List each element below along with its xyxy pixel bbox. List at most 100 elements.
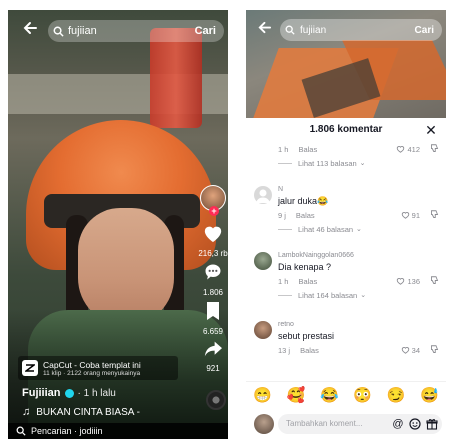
comment-like-button[interactable]: 91 [401, 211, 420, 220]
comment-meta: 13 j Balas 34 [278, 343, 443, 357]
comment-username[interactable]: retno [278, 321, 443, 330]
video-background-object [150, 28, 202, 128]
search-bar[interactable]: fujiian Cari [280, 19, 442, 41]
replies-divider [278, 294, 292, 296]
dislike-icon[interactable] [430, 209, 439, 221]
comment-input-row: Tambahkan koment... @ [246, 408, 446, 439]
search-icon [280, 19, 300, 41]
share-button[interactable]: 921 [198, 340, 228, 373]
save-count: 6.659 [202, 327, 224, 336]
reply-button[interactable]: Balas [300, 346, 401, 355]
search-submit-button[interactable]: Cari [415, 25, 442, 36]
my-avatar [254, 413, 274, 434]
capcut-title: CapCut - Coba templat ini [43, 359, 141, 370]
reply-button[interactable]: Balas [296, 211, 401, 220]
music-disc-icon[interactable] [206, 390, 226, 410]
comment-like-count: 136 [407, 276, 420, 286]
comment-like-button[interactable]: 136 [396, 277, 420, 286]
search-icon [16, 426, 26, 436]
heart-icon [204, 226, 222, 243]
comment-like-button[interactable]: 34 [401, 346, 420, 355]
replies-divider [278, 162, 292, 164]
comment-body: LambokNainggolan0666 Dia kenapa ? 1 h Ba… [278, 252, 443, 302]
comments-sheet: 1.806 komentar ✕ 1 h Balas 412 Lihat 113… [246, 118, 446, 439]
comment-body: 1 h Balas 412 Lihat 113 balasan ⌄ [278, 142, 443, 170]
chevron-down-icon: ⌄ [356, 226, 362, 233]
chevron-down-icon: ⌄ [360, 292, 367, 299]
comments-header: 1.806 komentar ✕ [246, 118, 446, 142]
dislike-icon[interactable] [430, 275, 439, 287]
author-name[interactable]: Fujiiian [22, 387, 61, 399]
video-preview[interactable]: fujiian Cari [246, 10, 446, 118]
view-replies-button[interactable]: Lihat 113 balasan ⌄ [278, 156, 443, 170]
search-query[interactable]: fujiian [300, 25, 415, 36]
comment-input[interactable]: Tambahkan koment... @ [278, 413, 442, 434]
view-replies-button[interactable]: Lihat 46 balasan ⌄ [278, 222, 443, 236]
emoji-button[interactable]: 😂 [320, 386, 339, 404]
music-line[interactable]: ♫ BUKAN CINTA BIASA - [22, 406, 140, 418]
comment-avatar[interactable] [254, 321, 272, 339]
capcut-logo-icon [22, 360, 38, 376]
reply-button[interactable]: Balas [298, 277, 396, 286]
replies-divider [278, 228, 292, 230]
chevron-down-icon: ⌄ [359, 160, 366, 167]
comment-username[interactable]: N [278, 186, 443, 195]
close-icon[interactable]: ✕ [422, 120, 440, 140]
back-arrow-icon[interactable] [254, 19, 274, 40]
capcut-template-banner[interactable]: CapCut - Coba templat ini 11 klip · 2122… [18, 356, 178, 380]
emoji-button[interactable]: 😳 [353, 386, 372, 404]
verified-badge-icon [64, 388, 74, 398]
emoji-picker-icon[interactable] [408, 417, 422, 431]
heart-outline-icon [397, 278, 405, 285]
comment-body: retno sebut prestasi 13 j Balas 34 [278, 321, 443, 357]
video-screen[interactable]: fujiian Cari + 216,3 rb 1.806 6.659 921 … [8, 10, 228, 439]
view-replies-text[interactable]: Lihat 164 balasan [298, 291, 357, 300]
view-replies-text[interactable]: Lihat 113 balasan [298, 159, 357, 168]
quick-emoji-bar: 😁 🥰 😂 😳 😏 😅 [246, 381, 446, 407]
music-title[interactable]: BUKAN CINTA BIASA - [36, 407, 140, 418]
search-bar[interactable]: fujiian Cari [48, 20, 224, 42]
capcut-banner-text: CapCut - Coba templat ini 11 klip · 2122… [43, 360, 141, 377]
back-arrow-icon[interactable] [18, 18, 42, 42]
search-query[interactable]: fujiian [68, 25, 195, 37]
comment-avatar[interactable] [254, 252, 272, 270]
comment-input-placeholder[interactable]: Tambahkan koment... [286, 419, 391, 428]
save-button[interactable]: 6.659 [198, 301, 228, 336]
comment-button[interactable]: 1.806 [198, 262, 228, 297]
view-replies-button[interactable]: Lihat 164 balasan ⌄ [278, 288, 443, 302]
author-line[interactable]: Fujiiian · 1 h lalu [22, 387, 116, 399]
dislike-icon[interactable] [430, 143, 439, 155]
related-search-text[interactable]: Pencarian · jodiiin [31, 426, 103, 436]
comments-screen: fujiian Cari 1.806 komentar ✕ 1 h Balas … [246, 10, 446, 439]
comment-like-count: 91 [411, 210, 420, 220]
comment-avatar[interactable] [254, 186, 272, 204]
related-search-bar[interactable]: Pencarian · jodiiin [8, 423, 228, 439]
comment-username[interactable]: LambokNainggolan0666 [278, 252, 443, 261]
dislike-icon[interactable] [430, 344, 439, 356]
reply-button[interactable]: Balas [298, 145, 396, 154]
emoji-button[interactable]: 😅 [420, 386, 439, 404]
like-count: 216,3 rb [198, 249, 228, 258]
screenshot-root: fujiian Cari + 216,3 rb 1.806 6.659 921 … [0, 0, 449, 439]
comment-like-button[interactable]: 412 [396, 145, 420, 154]
heart-outline-icon [401, 212, 409, 219]
comment-time: 9 j [278, 210, 286, 220]
emoji-button[interactable]: 😏 [387, 386, 406, 404]
gift-icon[interactable] [425, 417, 439, 431]
like-button[interactable]: 216,3 rb [198, 223, 228, 258]
comment-meta: 9 j Balas 91 [278, 208, 443, 222]
video-face [78, 208, 174, 326]
share-count: 921 [206, 364, 220, 373]
capcut-subtitle: 11 klip · 2122 orang menyukainya [43, 369, 141, 377]
comment-icon [205, 264, 221, 280]
heart-outline-icon [397, 146, 405, 153]
comment-text: sebut prestasi [278, 331, 335, 341]
comment-meta: 1 h Balas 412 [278, 142, 443, 156]
follow-plus-icon[interactable]: + [209, 206, 219, 216]
view-replies-text[interactable]: Lihat 46 balasan [298, 225, 353, 234]
mention-icon[interactable]: @ [391, 417, 405, 431]
music-note-icon: ♫ [22, 406, 31, 418]
emoji-button[interactable]: 🥰 [287, 386, 306, 404]
search-submit-button[interactable]: Cari [195, 25, 224, 37]
emoji-button[interactable]: 😁 [253, 386, 272, 404]
